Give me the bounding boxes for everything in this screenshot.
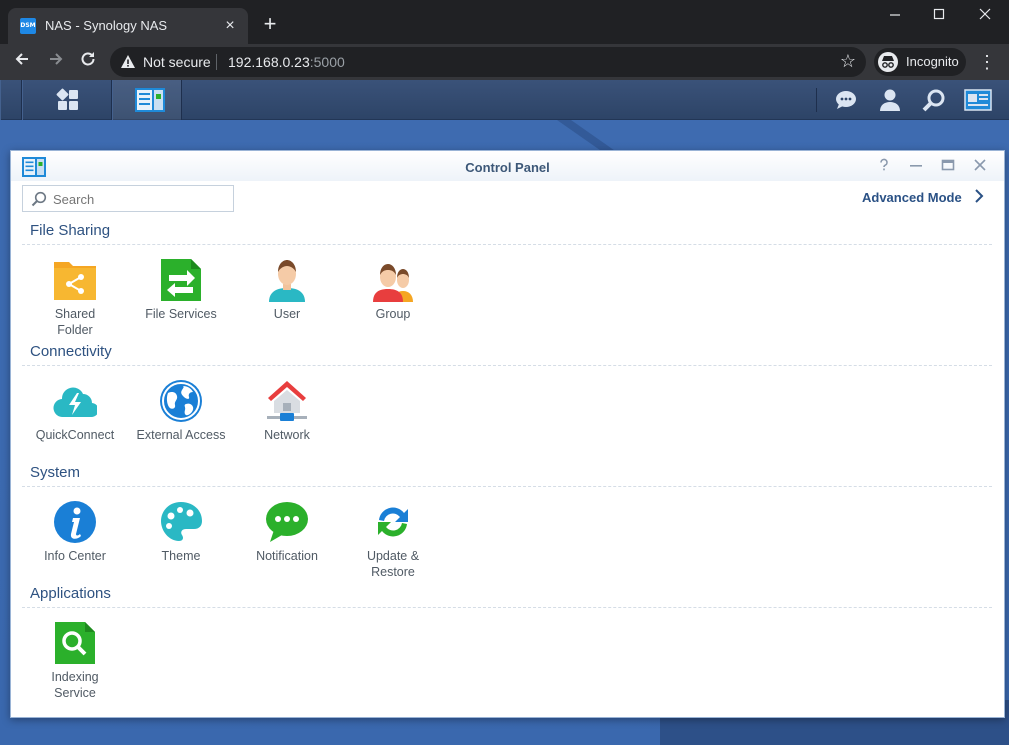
browser-menu-icon[interactable]: ⋮	[978, 52, 996, 73]
app-label: Info Center	[44, 549, 106, 563]
window-header[interactable]: Control Panel	[11, 151, 1004, 181]
close-window-icon[interactable]	[970, 6, 1000, 26]
search-taskbar-icon[interactable]	[922, 88, 946, 112]
chat-bubble-icon	[265, 500, 309, 544]
app-label: User	[273, 307, 301, 321]
dsm-favicon-icon: DSM	[20, 18, 36, 34]
reload-icon[interactable]	[76, 50, 100, 74]
omnibox-divider	[216, 54, 217, 70]
bookmark-star-icon[interactable]: ☆	[840, 51, 856, 72]
chevron-right-icon[interactable]	[973, 188, 985, 209]
back-icon[interactable]	[10, 50, 34, 74]
new-tab-icon[interactable]: +	[260, 13, 280, 35]
taskbar-divider	[816, 88, 817, 112]
app-label: Update & Restore	[366, 549, 420, 579]
user-options-icon[interactable]	[878, 88, 902, 112]
app-label: External Access	[136, 428, 226, 442]
minimize-window-icon[interactable]	[880, 6, 910, 26]
url-port: :5000	[309, 54, 345, 70]
window-title: Control Panel	[465, 160, 550, 175]
user-icon	[265, 258, 309, 302]
window-minimize-icon[interactable]	[908, 158, 924, 174]
dsm-taskbar	[0, 80, 1009, 120]
search-icon	[31, 191, 47, 207]
main-menu-icon	[56, 88, 78, 110]
app-label: Notification	[256, 549, 318, 563]
control-panel-window: Control Panel Advanced Mode Fil	[10, 150, 1005, 718]
palette-icon	[159, 500, 203, 544]
section-title-applications: Applications	[30, 585, 111, 602]
incognito-profile-button[interactable]: Incognito	[874, 48, 966, 76]
incognito-label: Incognito	[906, 54, 959, 69]
forward-icon[interactable]	[44, 50, 68, 74]
tab-title: NAS - Synology NAS	[45, 18, 168, 33]
widgets-icon[interactable]	[964, 88, 992, 112]
section-title-connectivity: Connectivity	[30, 343, 112, 360]
app-label: Shared Folder	[54, 307, 96, 337]
control-panel-taskbar-icon	[135, 88, 165, 112]
taskbar-control-panel[interactable]	[112, 80, 182, 120]
app-label: Network	[264, 428, 310, 442]
advanced-mode-link[interactable]: Advanced Mode	[862, 190, 962, 205]
file-services-icon	[159, 258, 203, 302]
window-close-icon[interactable]	[972, 158, 988, 174]
section-divider	[22, 607, 992, 608]
notifications-icon[interactable]	[834, 88, 858, 112]
security-label[interactable]: Not secure	[143, 54, 211, 70]
section-divider	[22, 365, 992, 366]
dsm-desktop: Control Panel Advanced Mode Fil	[0, 80, 1009, 745]
browser-tab-strip: DSM NAS - Synology NAS × +	[0, 0, 1009, 44]
url-text[interactable]: 192.168.0.23:5000	[228, 54, 345, 70]
taskbar-edge	[0, 80, 22, 120]
help-icon[interactable]	[876, 158, 892, 174]
section-title-file-sharing: File Sharing	[30, 222, 111, 239]
network-home-icon	[265, 379, 309, 423]
info-icon	[53, 500, 97, 544]
maximize-window-icon[interactable]	[924, 6, 954, 26]
section-title-system: System	[30, 464, 81, 481]
group-icon	[371, 258, 415, 302]
app-label: QuickConnect	[35, 428, 115, 442]
window-maximize-icon[interactable]	[940, 158, 956, 174]
refresh-icon	[371, 500, 415, 544]
app-label: Indexing Service	[51, 670, 99, 700]
search-field[interactable]	[22, 185, 234, 212]
globe-icon	[159, 379, 203, 423]
browser-tab[interactable]: DSM NAS - Synology NAS ×	[8, 8, 248, 44]
url-host: 192.168.0.23	[228, 54, 310, 70]
section-divider	[22, 244, 992, 245]
shared-folder-icon	[53, 258, 97, 302]
section-divider	[22, 486, 992, 487]
indexing-search-icon	[53, 621, 97, 665]
warning-icon	[120, 54, 136, 70]
tab-close-icon[interactable]: ×	[222, 18, 238, 34]
incognito-icon	[878, 52, 898, 72]
address-bar[interactable]: Not secure 192.168.0.23:5000 ☆	[110, 47, 866, 77]
app-label: File Services	[145, 307, 217, 321]
app-label: Group	[375, 307, 411, 321]
search-input[interactable]	[53, 192, 223, 207]
app-label: Theme	[161, 549, 201, 563]
browser-toolbar: Not secure 192.168.0.23:5000 ☆ Incognito…	[0, 44, 1009, 80]
main-menu-button[interactable]	[22, 80, 112, 120]
quickconnect-icon	[53, 379, 99, 423]
